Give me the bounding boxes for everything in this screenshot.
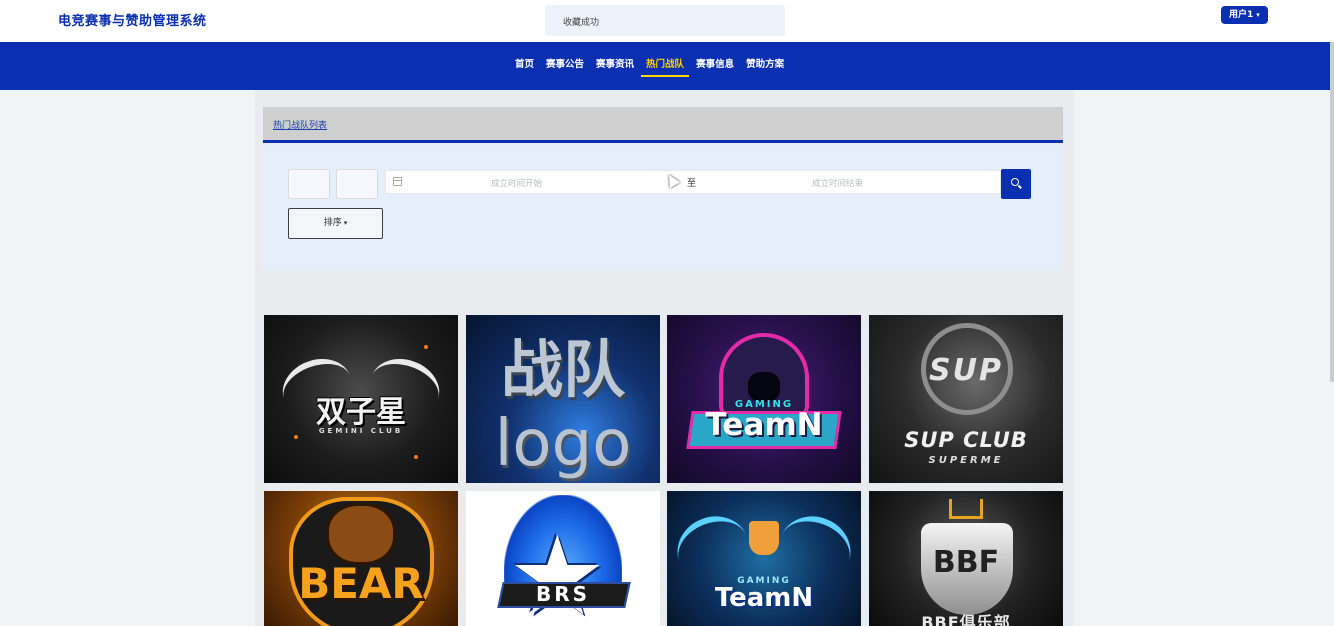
page-scrollbar[interactable] bbox=[1330, 42, 1334, 382]
date-start-input[interactable]: 成立时间开始 bbox=[491, 177, 542, 189]
bear-head-graphic bbox=[326, 503, 396, 565]
team-logo-text: 战队 bbox=[500, 333, 625, 406]
crown-icon bbox=[949, 499, 983, 519]
date-separator: 至 bbox=[687, 179, 697, 189]
nav-item-announcements[interactable]: 赛事公告 bbox=[541, 42, 589, 90]
toast-message: 收藏成功 bbox=[545, 5, 785, 36]
team-card[interactable]: ★ BRS bbox=[466, 491, 660, 626]
team-card[interactable]: GAMING TeamN bbox=[667, 491, 861, 626]
team-logo-text: BEAR bbox=[298, 559, 424, 608]
team-logo-text: TeamN bbox=[705, 407, 823, 443]
ember-graphic bbox=[294, 435, 298, 439]
team-logo-text: SUP CLUB bbox=[904, 428, 1028, 452]
team-logo-text: BBF俱乐部 bbox=[921, 613, 1011, 626]
list-header: 热门战队列表 bbox=[263, 107, 1063, 143]
team-logo-subtext: logo bbox=[494, 407, 632, 481]
breadcrumb-link[interactable]: 热门战队列表 bbox=[273, 118, 327, 131]
caret-down-icon: ▾ bbox=[343, 219, 348, 227]
caret-down-icon: ▾ bbox=[1256, 11, 1260, 19]
user-menu-button[interactable]: 用户1 ▾ bbox=[1221, 6, 1268, 24]
team-logo-text: BRS bbox=[535, 582, 591, 606]
sort-dropdown-button[interactable]: 排序 ▾ bbox=[288, 208, 383, 239]
team-logo-text: 双子星 bbox=[316, 395, 406, 430]
app-title: 电竞赛事与赞助管理系统 bbox=[58, 14, 207, 29]
team-card[interactable]: BEAR bbox=[264, 491, 458, 626]
team-logo-subtext: GEMINI CLUB bbox=[318, 427, 404, 435]
main-navbar: 首页 赛事公告 赛事资讯 热门战队 赛事信息 赞助方案 bbox=[0, 42, 1334, 90]
nav-item-sponsorship[interactable]: 赞助方案 bbox=[741, 42, 789, 90]
top-header: 电竞赛事与赞助管理系统 收藏成功 用户1 ▾ bbox=[0, 0, 1334, 42]
date-range-picker[interactable]: 成立时间开始 至 成立时间结束 bbox=[385, 170, 1001, 194]
nav-list: 首页 赛事公告 赛事资讯 热门战队 赛事信息 赞助方案 bbox=[510, 42, 791, 90]
search-icon bbox=[1011, 178, 1019, 186]
nav-item-news[interactable]: 赛事资讯 bbox=[591, 42, 639, 90]
filter-input-1[interactable] bbox=[288, 169, 330, 199]
filter-panel bbox=[263, 145, 1063, 270]
team-logo-text: TeamN bbox=[714, 583, 814, 613]
ember-graphic bbox=[424, 345, 428, 349]
date-end-input[interactable]: 成立时间结束 bbox=[812, 177, 863, 189]
team-card[interactable]: 战队 logo bbox=[466, 315, 660, 483]
nav-item-event-info[interactable]: 赛事信息 bbox=[691, 42, 739, 90]
filter-input-2[interactable] bbox=[336, 169, 378, 199]
team-card[interactable]: SUP SUP CLUB SUPERME bbox=[869, 315, 1063, 483]
search-button[interactable] bbox=[1001, 169, 1031, 199]
calendar-icon bbox=[393, 177, 402, 186]
team-logo-subtext: SUPERME bbox=[928, 455, 1004, 466]
team-logo-mark: SUP bbox=[929, 353, 1003, 388]
nav-item-home[interactable]: 首页 bbox=[510, 42, 539, 90]
team-card[interactable]: BBF BBF俱乐部 bbox=[869, 491, 1063, 626]
crown-graphic bbox=[749, 521, 779, 555]
team-card[interactable]: 双子星 GEMINI CLUB bbox=[264, 315, 458, 483]
ember-graphic bbox=[414, 455, 418, 459]
nav-item-hot-teams[interactable]: 热门战队 bbox=[641, 42, 690, 77]
sort-label: 排序 bbox=[323, 218, 342, 228]
team-card[interactable]: GAMING TeamN bbox=[667, 315, 861, 483]
team-logo-mark: BBF bbox=[932, 545, 1000, 580]
user-menu-label: 用户1 bbox=[1229, 10, 1254, 20]
star-icon: ★ bbox=[508, 512, 607, 626]
